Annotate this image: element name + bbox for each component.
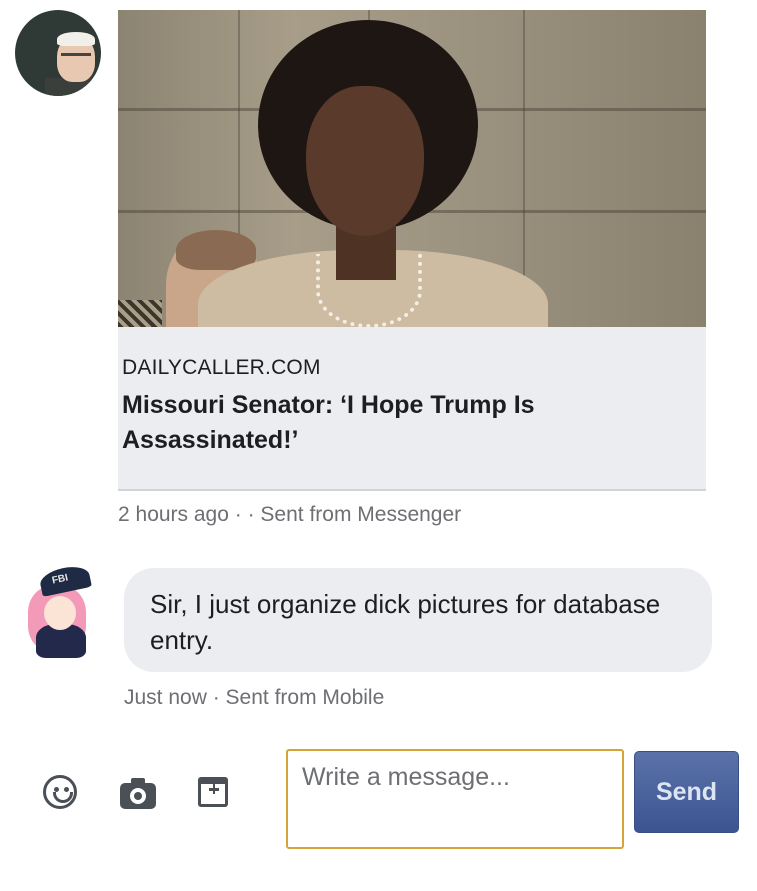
message-meta: 2 hours ago · · Sent from Messenger bbox=[118, 503, 462, 526]
send-button[interactable]: Send bbox=[634, 751, 739, 833]
shared-link-card[interactable]: DAILYCALLER.COM Missouri Senator: ‘I Hop… bbox=[118, 10, 706, 491]
camera-icon[interactable] bbox=[116, 770, 160, 814]
message-bubble: Sir, I just organize dick pictures for d… bbox=[124, 568, 712, 672]
message-meta: Just now · Sent from Mobile bbox=[124, 686, 385, 709]
emoji-icon[interactable] bbox=[38, 770, 82, 814]
sender-avatar[interactable] bbox=[15, 10, 101, 96]
message-input[interactable] bbox=[286, 749, 624, 849]
link-headline[interactable]: Missouri Senator: ‘I Hope Trump Is Assas… bbox=[122, 388, 662, 458]
receiver-avatar[interactable]: FBI bbox=[22, 563, 100, 658]
link-domain: DAILYCALLER.COM bbox=[122, 356, 321, 379]
sticker-icon[interactable] bbox=[191, 770, 235, 814]
link-preview-image bbox=[118, 10, 706, 327]
